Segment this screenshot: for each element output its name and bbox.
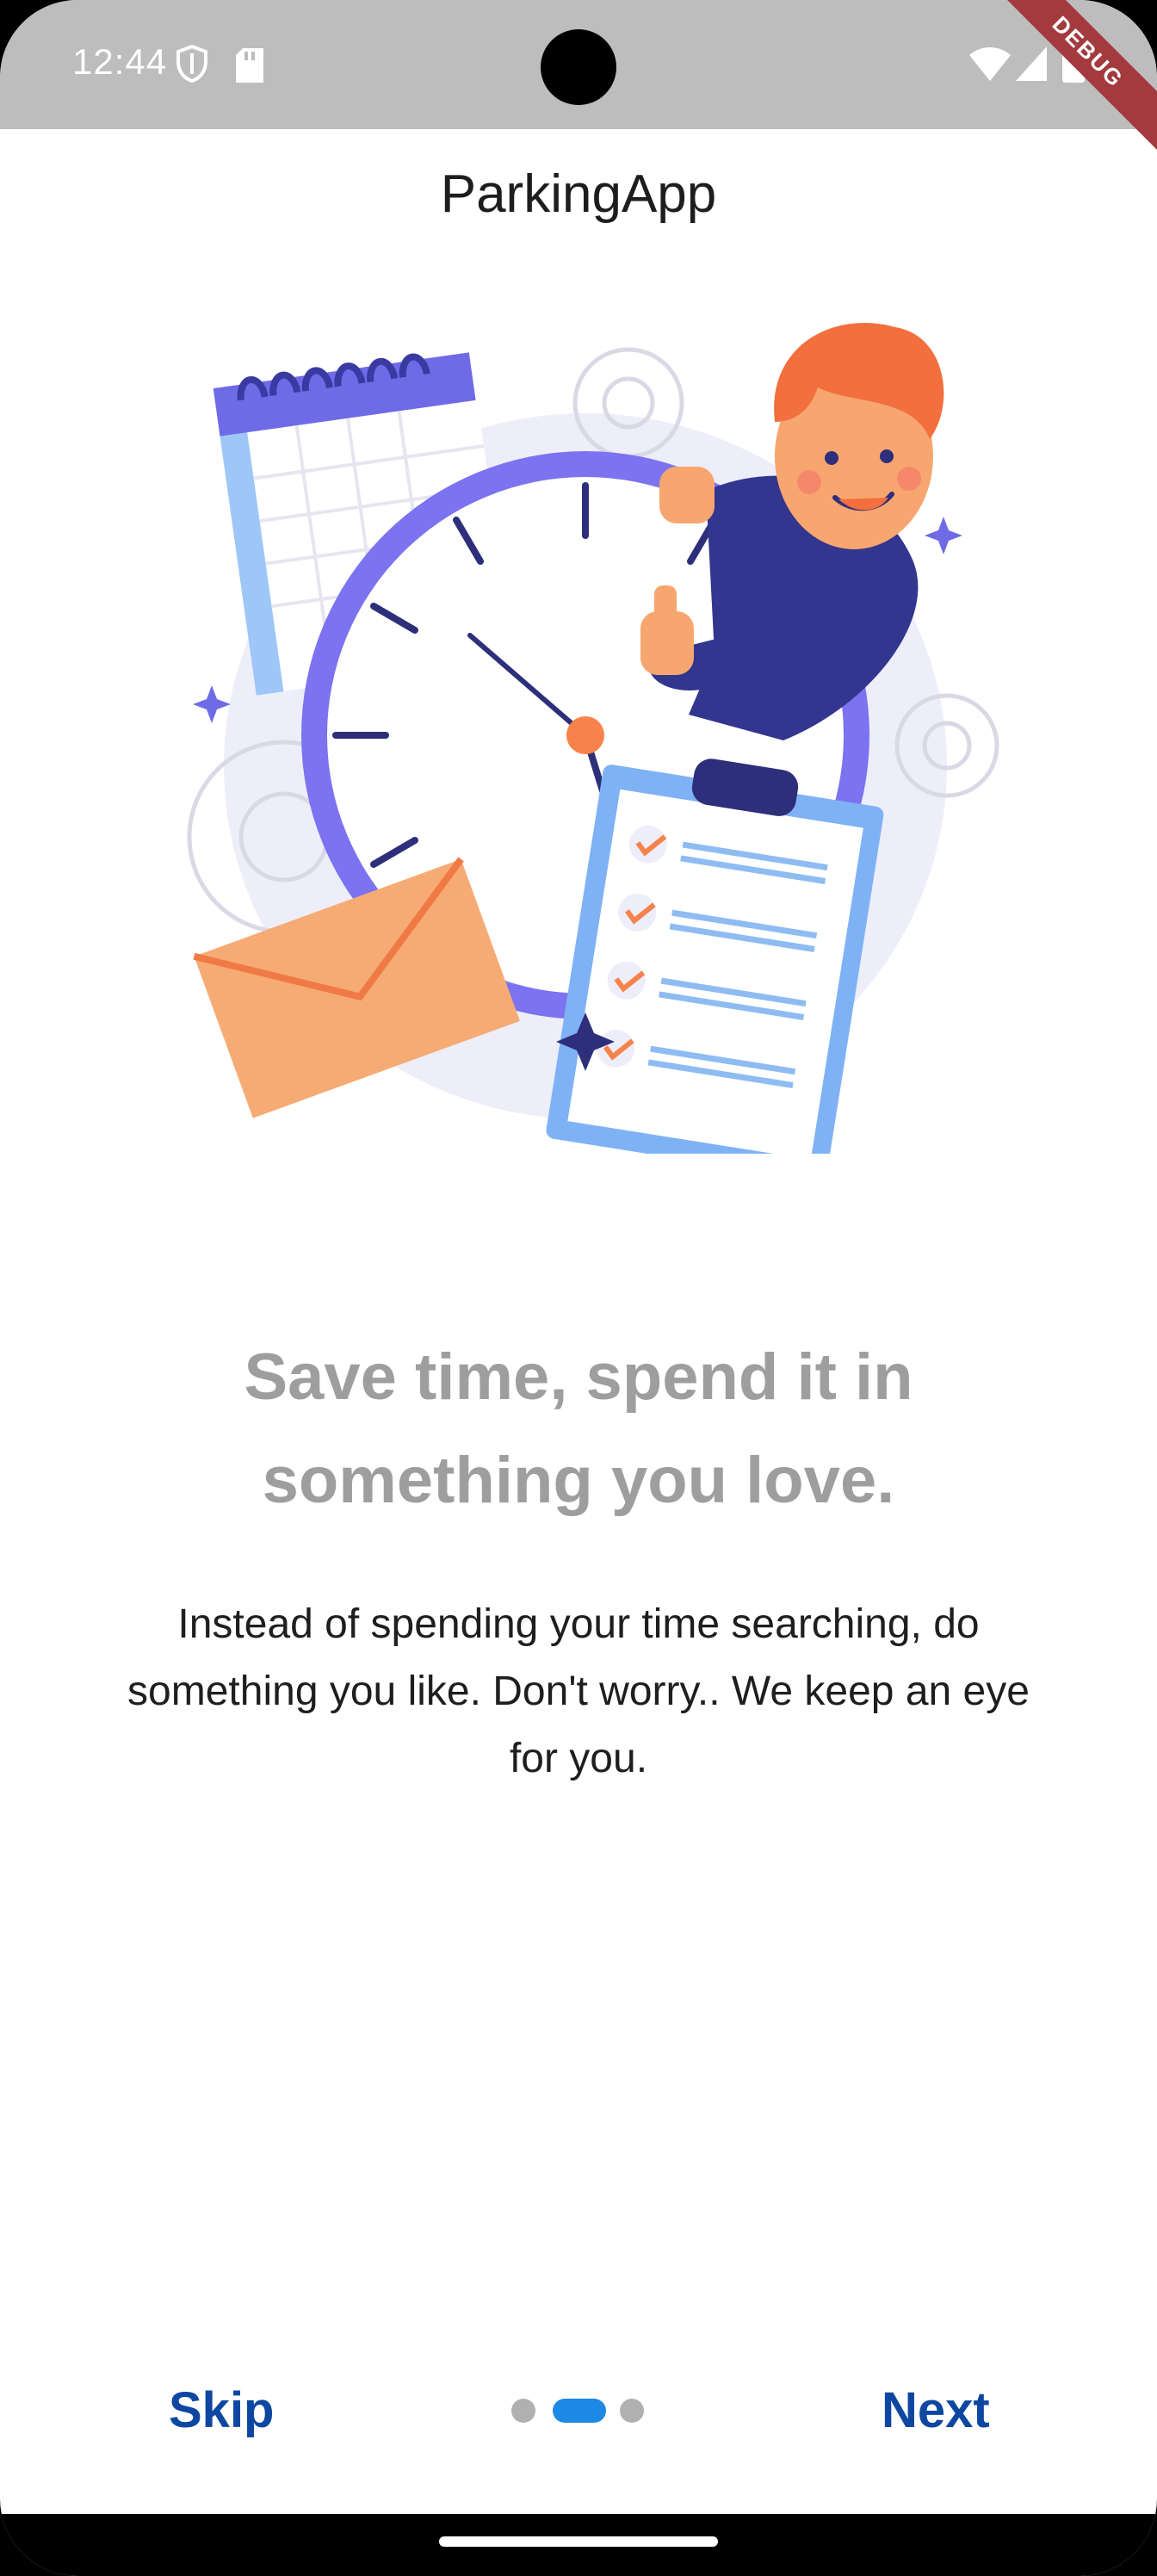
headline-line-2: something you love. (262, 1444, 895, 1517)
next-button[interactable]: Next (882, 2359, 990, 2462)
wifi-icon (969, 47, 1011, 81)
page-dot-1[interactable] (511, 2399, 535, 2423)
sd-card-icon (236, 48, 263, 83)
onboarding-controls: Skip Next (0, 2359, 1157, 2462)
page-dot-3[interactable] (620, 2399, 644, 2423)
description-line-2: something you like. Don't worry.. We kee… (127, 1669, 1030, 1714)
app-title: ParkingApp (440, 164, 717, 224)
description-line-3: for you. (509, 1736, 648, 1781)
page-dot-2-active[interactable] (553, 2399, 606, 2423)
headline-line-1: Save time, spend it in (244, 1341, 913, 1414)
screen: 12:44 DEBUG ParkingApp Save time, spend … (0, 0, 1157, 2576)
status-time: 12:44 (72, 41, 168, 82)
description-line-1: Instead of spending your time searching,… (177, 1601, 980, 1647)
onboarding-description: Instead of spending your time searching,… (52, 1591, 1105, 1793)
home-gesture-handle[interactable] (439, 2536, 718, 2547)
front-camera (541, 29, 616, 105)
shield-icon (176, 45, 207, 83)
onboarding-headline: Save time, spend it in something you lov… (121, 1326, 1036, 1533)
time-management-illustration (187, 322, 999, 1154)
page-indicator (511, 2399, 649, 2424)
signal-icon (1016, 46, 1047, 81)
status-bar: 12:44 DEBUG (0, 0, 1157, 158)
skip-button[interactable]: Skip (169, 2359, 275, 2462)
